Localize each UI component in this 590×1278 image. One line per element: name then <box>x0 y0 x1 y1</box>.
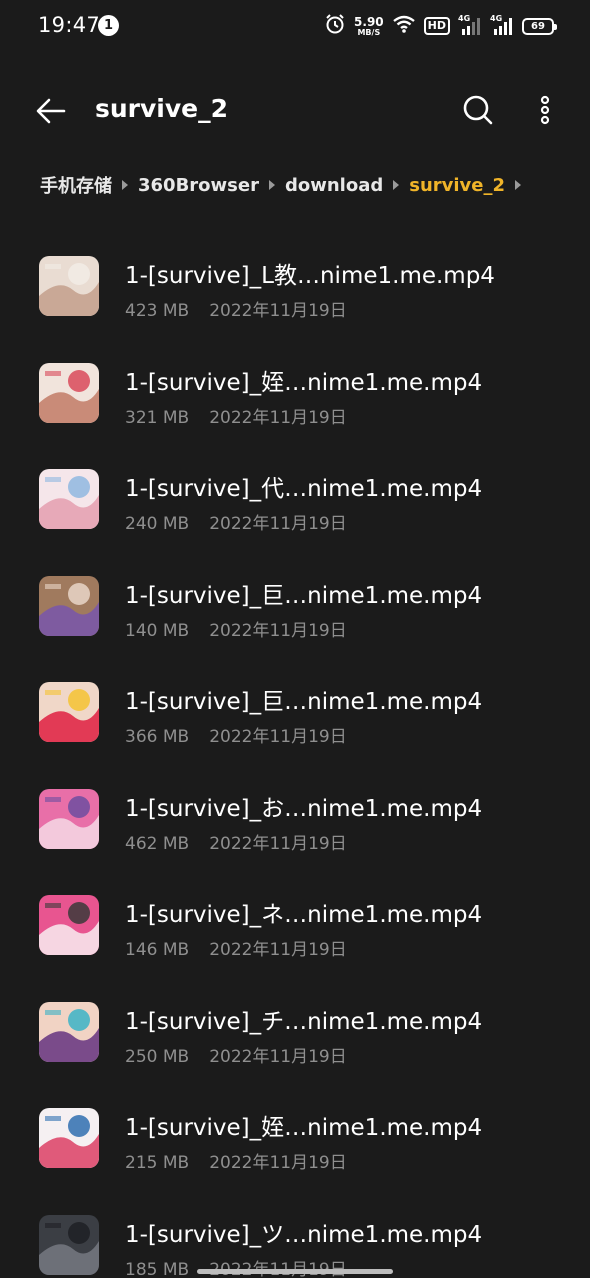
hd-voice-icon: HD <box>423 17 450 35</box>
video-thumbnail <box>39 469 99 529</box>
file-meta: 185 MB2022年11月19日 <box>125 1255 347 1278</box>
file-date: 2022年11月19日 <box>209 514 347 534</box>
file-name: 1-[survive]_お…nime1.me.mp4 <box>125 795 483 822</box>
video-thumbnail <box>39 895 99 955</box>
file-size: 250 MB <box>125 1046 190 1067</box>
page-title: survive_2 <box>95 94 229 123</box>
chevron-right-icon <box>122 180 128 190</box>
file-meta: 140 MB 2022年11月19日 <box>125 616 347 641</box>
file-date: 2022年11月19日 <box>209 1046 347 1067</box>
file-row[interactable]: 1-[survive]_代…nime1.me.mp4 240 MB 2022年11月… <box>0 443 590 550</box>
file-date: 2022年11月19日 <box>209 301 347 321</box>
network-speed: 5.90 MB/S <box>354 16 384 37</box>
network-speed-value: 5.90 <box>354 14 384 29</box>
file-row[interactable]: 1-[survive]_巨…nime1.me.mp4 366 MB 2022年11月… <box>0 656 590 763</box>
file-row[interactable]: 1-[survive]_チ…nime1.me.mp4 250 MB 2022年11月… <box>0 976 590 1083</box>
file-row[interactable]: 1-[survive]_ネ…nime1.me.mp4 146 MB 2022年11月… <box>0 869 590 976</box>
chevron-right-icon <box>393 180 400 190</box>
app-bar: survive_2 <box>0 80 590 140</box>
file-date: 2022年11月19日 <box>209 620 347 641</box>
more-options-button[interactable] <box>530 92 560 128</box>
file-meta: 240 MB 2022年11月19日 <box>125 509 347 534</box>
file-name: 1-[survive]_代…nime1.me.mp4 <box>125 476 483 502</box>
chevron-right-icon <box>515 180 522 190</box>
file-name: 1-[survive]_巨…nime1.me.mp4 <box>125 689 483 715</box>
video-thumbnail <box>39 362 99 423</box>
video-thumbnail <box>39 1001 99 1062</box>
battery-icon: 69 <box>522 17 557 35</box>
sim1-network-type: 4G <box>458 14 471 23</box>
network-speed-unit: MB/S <box>357 27 381 37</box>
chevron-right-icon <box>268 180 275 190</box>
home-indicator[interactable] <box>197 1269 393 1274</box>
file-row[interactable]: 1-[survive]_姪…nime1.me.mp4 215 MB 2022年11月… <box>0 1082 590 1189</box>
file-name: 1-[survive]_ツ…nime1.me.mp4 <box>125 1221 483 1248</box>
breadcrumb-item-phone-storage[interactable]: 手机存储 <box>40 172 112 198</box>
file-date: 2022年11月19日 <box>209 940 347 960</box>
back-button[interactable] <box>32 92 70 130</box>
wifi-icon <box>392 14 416 38</box>
file-row[interactable]: 1-[survive]_巨…nime1.me.mp4 140 MB 2022年11月… <box>0 550 590 657</box>
video-thumbnail <box>39 1214 99 1275</box>
file-size: 240 MB <box>125 514 190 534</box>
file-name: 1-[survive]_L教…nime1.me.mp4 <box>125 263 495 289</box>
sim2-signal-icon: 4G <box>490 14 514 36</box>
file-row[interactable]: 1-[survive]_L教…nime1.me.mp4 423 MB 2022年11… <box>0 230 590 337</box>
file-meta: 321 MB 2022年11月19日 <box>125 403 347 428</box>
video-thumbnail <box>39 682 99 742</box>
file-row[interactable]: 1-[survive]_ツ…nime1.me.mp4 185 MB2022年11月… <box>0 1189 590 1278</box>
file-date: 2022年11月19日 <box>209 407 347 428</box>
file-row[interactable]: 1-[survive]_姪…nime1.me.mp4 321 MB 2022年11月… <box>0 337 590 444</box>
file-list: 1-[survive]_L教…nime1.me.mp4 423 MB 2022年11… <box>0 230 590 1278</box>
search-icon <box>463 95 493 125</box>
breadcrumb-item-download[interactable]: download <box>285 175 383 196</box>
file-meta: 250 MB 2022年11月19日 <box>125 1042 347 1067</box>
file-name: 1-[survive]_巨…nime1.me.mp4 <box>125 582 483 609</box>
breadcrumb-item-360browser[interactable]: 360Browser <box>138 175 259 196</box>
file-size: 462 MB <box>125 833 190 854</box>
sim1-signal-icon: 4G <box>458 14 482 36</box>
breadcrumb: 手机存储 360Browser download survive_2 <box>40 172 531 198</box>
status-time: 19:47 <box>38 13 101 37</box>
search-button[interactable] <box>460 92 496 128</box>
file-size: 185 MB <box>125 1259 190 1278</box>
file-date: 2022年11月19日 <box>209 727 347 747</box>
file-size: 321 MB <box>125 407 190 428</box>
video-thumbnail <box>39 1108 99 1168</box>
video-thumbnail <box>39 788 99 849</box>
sim2-network-type: 4G <box>490 14 503 23</box>
file-date: 2022年11月19日 <box>209 1153 347 1173</box>
video-thumbnail <box>39 575 99 636</box>
file-size: 140 MB <box>125 620 190 641</box>
file-manager-screen: 19:47 1 5.90 MB/S HD 4G 4G 69 survive_2 … <box>0 0 590 1278</box>
status-icons: 5.90 MB/S HD 4G 4G 69 <box>324 13 557 39</box>
status-bar: 19:47 1 5.90 MB/S HD 4G 4G 69 <box>0 0 590 52</box>
alarm-icon <box>324 13 346 39</box>
file-meta: 366 MB 2022年11月19日 <box>125 722 347 747</box>
file-name: 1-[survive]_姪…nime1.me.mp4 <box>125 369 483 396</box>
file-name: 1-[survive]_ネ…nime1.me.mp4 <box>125 902 483 928</box>
file-name: 1-[survive]_チ…nime1.me.mp4 <box>125 1008 483 1035</box>
file-row[interactable]: 1-[survive]_お…nime1.me.mp4 462 MB 2022年11月… <box>0 763 590 870</box>
file-meta: 462 MB 2022年11月19日 <box>125 829 347 854</box>
more-vertical-icon <box>540 95 550 125</box>
file-size: 146 MB <box>125 940 190 960</box>
file-meta: 423 MB 2022年11月19日 <box>125 296 347 321</box>
file-size: 366 MB <box>125 727 190 747</box>
notification-count-badge: 1 <box>98 15 119 36</box>
file-meta: 215 MB 2022年11月19日 <box>125 1148 347 1173</box>
file-name: 1-[survive]_姪…nime1.me.mp4 <box>125 1115 483 1141</box>
video-thumbnail <box>39 256 99 316</box>
file-size: 215 MB <box>125 1153 190 1173</box>
file-meta: 146 MB 2022年11月19日 <box>125 935 347 960</box>
arrow-left-icon <box>36 98 66 124</box>
file-size: 423 MB <box>125 301 190 321</box>
file-date: 2022年11月19日 <box>209 833 347 854</box>
breadcrumb-item-current[interactable]: survive_2 <box>409 175 505 196</box>
